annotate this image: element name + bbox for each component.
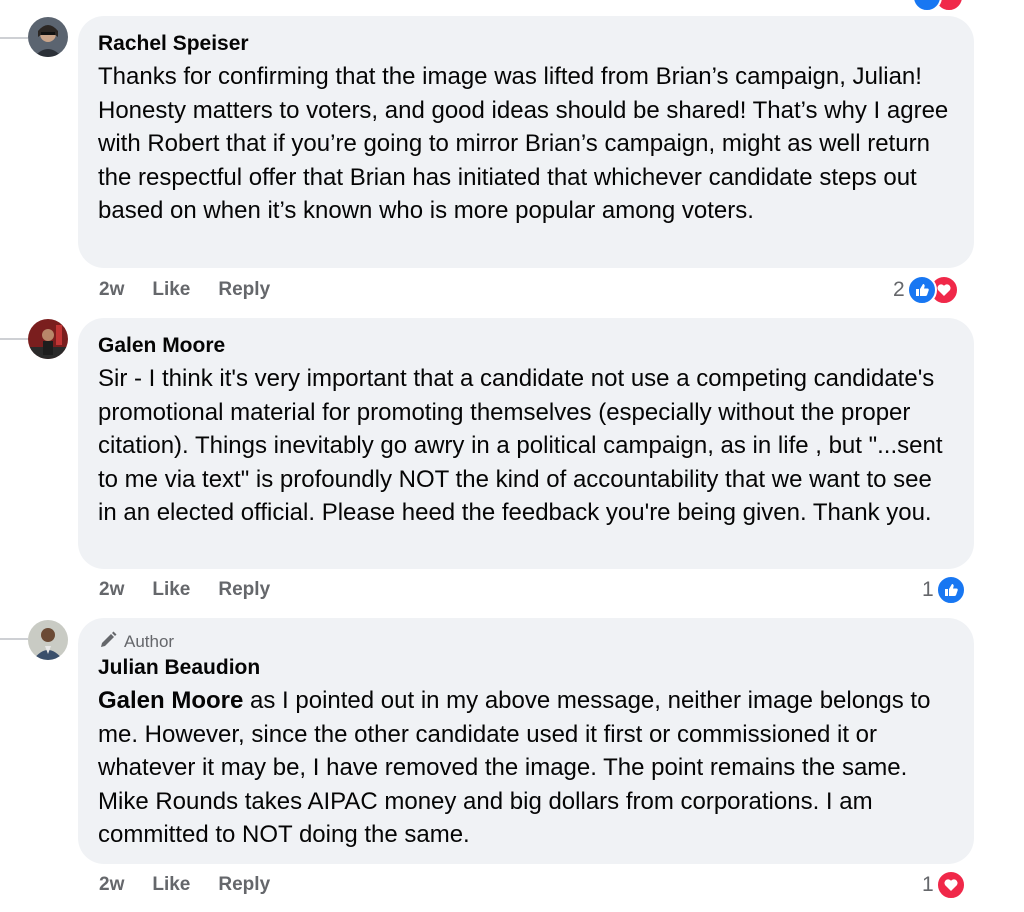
comment-bubble: Rachel Speiser Thanks for confirming tha…: [78, 16, 974, 268]
comment-text: Sir - I think it's very important that a…: [98, 365, 943, 527]
reaction-count: 2: [893, 278, 905, 301]
pencil-icon: [98, 630, 118, 655]
commenter-name[interactable]: Julian Beaudion: [98, 654, 954, 682]
comment-age[interactable]: 2w: [99, 874, 124, 896]
author-badge-label: Author: [124, 632, 175, 651]
thread-connector: [0, 37, 28, 39]
avatar[interactable]: [28, 17, 68, 57]
like-icon: [912, 0, 942, 12]
love-icon: [935, 870, 966, 900]
comment-actions: 2w Like Reply: [99, 277, 270, 303]
comment-bubble: Author Julian Beaudion Galen Moore as I …: [78, 618, 974, 864]
comment-age[interactable]: 2w: [99, 579, 124, 601]
comment-actions: 2w Like Reply: [99, 577, 270, 603]
comment-text: Thanks for confirming that the image was…: [98, 63, 949, 225]
reaction-count: 1: [922, 578, 934, 601]
commenter-name[interactable]: Galen Moore: [98, 332, 954, 360]
reply-button[interactable]: Reply: [218, 279, 270, 301]
previous-comment-reactions: [912, 0, 964, 12]
thread-connector: [0, 638, 28, 640]
comment-text: Galen Moore as I pointed out in my above…: [98, 684, 954, 852]
comment-age[interactable]: 2w: [99, 279, 124, 301]
reaction-summary[interactable]: 1: [922, 869, 966, 901]
thread-connector: [0, 338, 28, 340]
reply-button[interactable]: Reply: [218, 579, 270, 601]
like-icon: [906, 275, 937, 305]
avatar[interactable]: [28, 620, 68, 660]
like-button[interactable]: Like: [152, 279, 190, 301]
like-button[interactable]: Like: [152, 874, 190, 896]
reaction-summary[interactable]: 1: [922, 574, 966, 606]
reaction-count: 1: [922, 873, 934, 896]
comment-actions: 2w Like Reply: [99, 872, 270, 898]
reply-button[interactable]: Reply: [218, 874, 270, 896]
commenter-name[interactable]: Rachel Speiser: [98, 30, 954, 58]
like-button[interactable]: Like: [152, 579, 190, 601]
author-badge: Author: [98, 630, 954, 654]
mention-link[interactable]: Galen Moore: [98, 687, 243, 714]
avatar[interactable]: [28, 319, 68, 359]
like-icon: [935, 575, 966, 605]
reaction-summary[interactable]: 2: [893, 274, 959, 306]
comment-bubble: Galen Moore Sir - I think it's very impo…: [78, 318, 974, 569]
